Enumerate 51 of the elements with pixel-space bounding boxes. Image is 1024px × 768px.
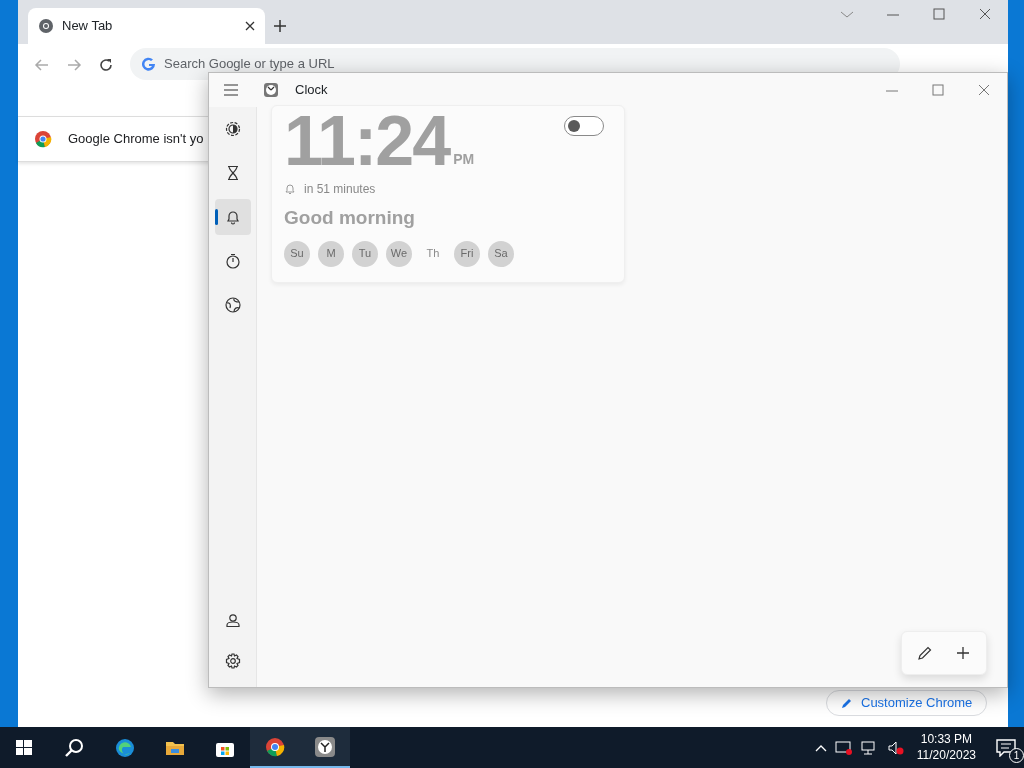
taskbar-app[interactable] — [300, 727, 350, 768]
alarm-toggle[interactable] — [564, 116, 604, 136]
display-icon[interactable] — [834, 739, 853, 756]
new-tab-icon[interactable] — [273, 19, 287, 33]
browser-tab[interactable]: New Tab — [28, 8, 265, 44]
clock-app-icon — [315, 736, 335, 757]
nav-item[interactable] — [214, 199, 251, 235]
reload-icon[interactable] — [98, 57, 114, 73]
close-icon[interactable] — [245, 21, 255, 31]
taskbar-clock[interactable]: 10:33 PM 11/20/2023 — [912, 731, 980, 764]
settings-icon — [224, 653, 241, 669]
alarm-card[interactable]: 11:24 PM in 51 minutes Good morning Su M Tu We Th Fri Sa — [271, 105, 625, 283]
clock-app-icon — [263, 82, 279, 98]
edge-logo-icon — [115, 737, 135, 758]
search-icon — [65, 737, 85, 758]
address-placeholder: Search Google or type a URL — [164, 55, 335, 74]
chrome-logo-icon — [265, 736, 285, 757]
stopwatch-icon — [224, 253, 241, 269]
speaker-icon[interactable] — [886, 739, 905, 756]
alarm-name: Good morning — [284, 206, 415, 230]
weekday-chip: Su — [284, 240, 310, 267]
chevron-up-icon[interactable] — [814, 743, 827, 752]
weekday-chip: Fri — [454, 240, 480, 267]
notification-icon[interactable] — [996, 738, 1016, 757]
person-icon — [224, 613, 241, 629]
windows-logo-icon — [15, 737, 35, 758]
weekday-label: Th — [425, 246, 441, 262]
plus-icon — [956, 646, 970, 660]
weekday-chip: Sa — [488, 240, 514, 267]
tab-title: New Tab — [62, 17, 114, 36]
alarm-period: PM — [453, 150, 475, 169]
pencil-icon — [841, 697, 853, 709]
chrome-logo-icon — [38, 18, 54, 34]
taskbar-app[interactable] — [250, 727, 300, 768]
bell-icon — [284, 183, 296, 195]
customize-chrome-button[interactable]: Customize Chrome — [826, 690, 988, 716]
default-browser-message: Google Chrome isn't yo — [68, 130, 204, 149]
window-title: Clock — [295, 81, 328, 100]
weekday-chip: Tu — [352, 240, 378, 267]
weekday-chip: M — [318, 240, 344, 267]
weekday-chip: We — [386, 240, 412, 267]
chrome-logo-icon — [34, 130, 52, 148]
focus-icon — [224, 121, 241, 137]
alarm-remaining: in 51 minutes — [304, 181, 376, 198]
notification-count: 1 — [1009, 747, 1024, 763]
menu-icon — [223, 84, 239, 96]
bell-icon — [224, 209, 241, 225]
alarm-time: 11:24 — [284, 106, 450, 176]
pencil-icon — [917, 645, 933, 661]
google-logo-icon — [142, 57, 156, 71]
globe-icon — [224, 297, 241, 313]
